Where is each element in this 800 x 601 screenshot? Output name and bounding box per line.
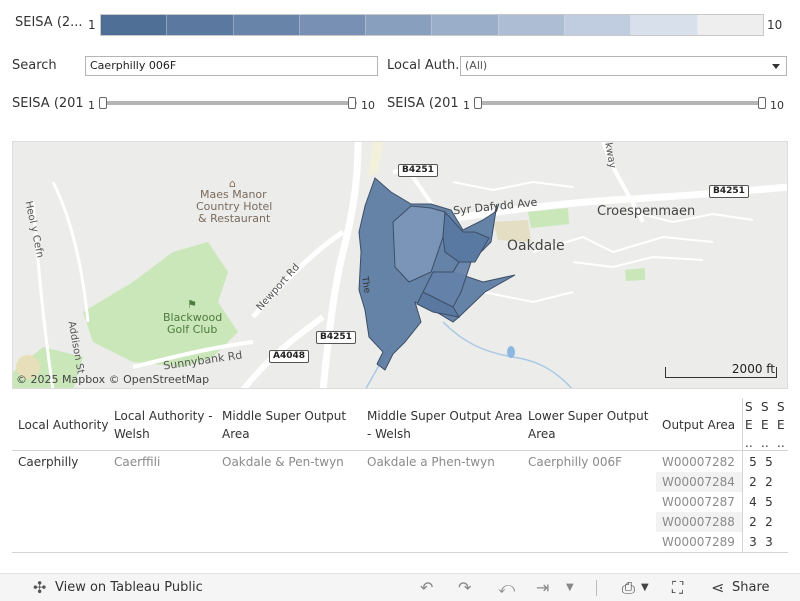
- color-legend[interactable]: [100, 14, 764, 36]
- table-row[interactable]: W00007289: [656, 532, 742, 552]
- seisa-value-cell: 2: [749, 475, 757, 489]
- seisa-value-cell: 2: [749, 515, 757, 529]
- seisa-value-cell: 4: [749, 495, 757, 509]
- seisa-value-cell: 3: [749, 535, 757, 549]
- slider1-max: 10: [361, 99, 375, 112]
- table-row[interactable]: W00007284: [656, 472, 742, 492]
- legend-swatch[interactable]: [432, 15, 499, 35]
- map-attribution[interactable]: © 2025 Mapbox © OpenStreetMap: [16, 373, 209, 386]
- slider2-label: SEISA (201...: [387, 96, 459, 111]
- col-lsoa[interactable]: Lower Super Output Area: [528, 407, 658, 443]
- local-authority-label: Local Auth...: [387, 58, 459, 73]
- download-icon[interactable]: ⎙: [622, 578, 635, 598]
- column-divider: [742, 398, 743, 552]
- col-seisa-2[interactable]: S E ..: [761, 398, 769, 452]
- view-on-tableau-public-link[interactable]: View on Tableau Public: [55, 580, 203, 595]
- search-input[interactable]: Caerphilly 006F: [85, 56, 378, 76]
- map-background: [13, 142, 787, 388]
- table-row[interactable]: W00007288: [656, 512, 742, 532]
- slider2-track[interactable]: [476, 101, 766, 105]
- share-button[interactable]: Share: [732, 580, 770, 595]
- col-msoa[interactable]: Middle Super Output Area: [222, 407, 352, 443]
- slider2-min-handle[interactable]: [474, 97, 482, 109]
- slider2-min: 1: [463, 99, 470, 112]
- table-row[interactable]: W00007287: [656, 492, 742, 512]
- map-label-restaurant: & Restaurant: [198, 212, 271, 225]
- toolbar-divider: [596, 580, 597, 596]
- col-msoa-welsh[interactable]: Middle Super Output Area - Welsh: [367, 407, 527, 443]
- seisa-value-cell: 2: [765, 515, 773, 529]
- undo-icon[interactable]: ↶: [420, 578, 433, 597]
- share-icon[interactable]: ⋖: [711, 578, 724, 597]
- road-badge-b4251-east: B4251: [709, 185, 749, 198]
- map-scale-label: 2000 ft: [731, 362, 775, 376]
- footer-toolbar: ✣ View on Tableau Public ↶ ↷ ⤺ ⇥ ▼ ⎙ ▼ ⛶…: [0, 573, 800, 601]
- col-seisa-3[interactable]: S E ..: [777, 398, 785, 452]
- slider1-min-handle[interactable]: [99, 97, 107, 109]
- legend-max: 10: [767, 18, 783, 32]
- col-seisa-1[interactable]: S E ..: [745, 398, 753, 452]
- slider1-min: 1: [88, 99, 95, 112]
- seisa-value-cell: 5: [749, 455, 757, 469]
- cell-local-authority: Caerphilly: [18, 455, 79, 469]
- road-badge-a4048: A4048: [269, 350, 310, 363]
- cell-lsoa: Caerphilly 006F: [528, 455, 622, 469]
- legend-swatch[interactable]: [167, 15, 234, 35]
- seisa-value-cell: 3: [765, 535, 773, 549]
- redo-icon[interactable]: ↷: [458, 578, 471, 597]
- legend-swatch[interactable]: [697, 15, 763, 35]
- legend-swatch[interactable]: [366, 15, 433, 35]
- legend-title: SEISA (2...: [15, 15, 83, 30]
- col-output-area[interactable]: Output Area: [662, 416, 742, 434]
- local-authority-value: (All): [465, 59, 488, 72]
- legend-swatch[interactable]: [631, 15, 698, 35]
- legend-swatch[interactable]: [498, 15, 566, 35]
- download-chevron-down-icon[interactable]: ▼: [641, 582, 649, 593]
- cell-msoa-welsh: Oakdale a Phen-twyn: [367, 455, 495, 469]
- golf-icon: ⚑: [187, 298, 197, 311]
- refresh-icon[interactable]: ⇥: [536, 578, 549, 597]
- data-table: Local Authority Local Authority - Welsh …: [12, 398, 788, 553]
- map-label-golf-club: Golf Club: [167, 323, 218, 336]
- road-badge-b4251-south: B4251: [316, 331, 356, 344]
- col-local-authority-welsh[interactable]: Local Authority - Welsh: [114, 407, 214, 443]
- map[interactable]: Croespenmaen Oakdale ⌂ Maes Manor Countr…: [12, 141, 788, 389]
- chevron-down-icon: [772, 64, 780, 69]
- cell-local-authority-welsh: Caerffili: [114, 455, 161, 469]
- slider2-max: 10: [770, 99, 784, 112]
- slider1-label: SEISA (201...: [12, 96, 84, 111]
- seisa-value-cell: 2: [765, 475, 773, 489]
- legend-min: 1: [88, 18, 96, 32]
- col-local-authority[interactable]: Local Authority: [18, 416, 110, 434]
- seisa-value-cell: 5: [765, 455, 773, 469]
- slider2-max-handle[interactable]: [758, 97, 766, 109]
- search-label: Search: [12, 58, 57, 73]
- legend-swatch[interactable]: [565, 15, 632, 35]
- slider1-max-handle[interactable]: [348, 97, 356, 109]
- map-label-croespenmaen: Croespenmaen: [597, 204, 696, 219]
- legend-swatch[interactable]: [299, 15, 367, 35]
- table-row[interactable]: W00007282: [656, 452, 742, 472]
- cell-msoa: Oakdale & Pen-twyn: [222, 455, 344, 469]
- map-label-oakdale: Oakdale: [507, 238, 565, 254]
- fullscreen-icon[interactable]: ⛶: [672, 578, 683, 598]
- header-divider: [12, 450, 788, 451]
- revert-icon[interactable]: ⤺: [498, 578, 515, 598]
- tableau-icon: ✣: [33, 578, 47, 597]
- slider1-track[interactable]: [101, 101, 357, 105]
- legend-swatch[interactable]: [233, 15, 300, 35]
- local-authority-select[interactable]: (All): [460, 56, 787, 76]
- road-badge-b4251-north: B4251: [398, 164, 438, 177]
- legend-swatch[interactable]: [101, 15, 168, 35]
- seisa-value-cell: 5: [765, 495, 773, 509]
- refresh-chevron-down-icon[interactable]: ▼: [566, 582, 574, 593]
